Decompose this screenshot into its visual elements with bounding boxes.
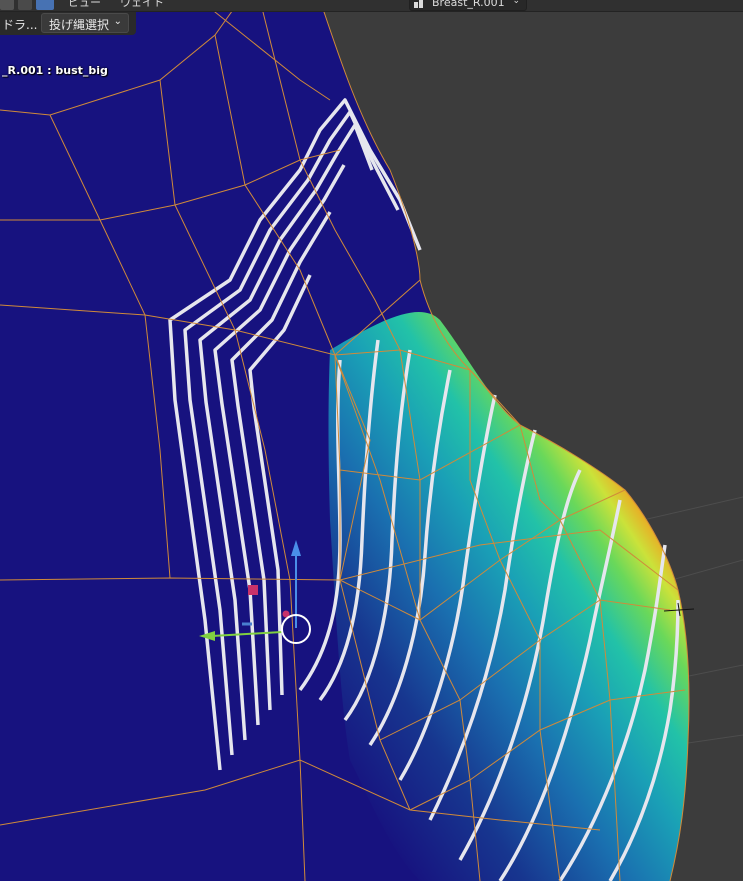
- lasso-select-dropdown[interactable]: 投げ縄選択 ⌄: [41, 13, 129, 33]
- tool-settings-bar: ドラ... 投げ縄選択 ⌄: [0, 12, 136, 35]
- tweak-icon[interactable]: [18, 0, 32, 10]
- select-box-icon[interactable]: [0, 0, 14, 10]
- menu-weight[interactable]: ウェイト: [120, 0, 164, 10]
- object-info-text: _R.001 : bust_big: [2, 64, 108, 77]
- 3d-viewport[interactable]: [0, 0, 743, 881]
- object-data-icon[interactable]: [36, 0, 54, 10]
- drag-label[interactable]: ドラ...: [2, 16, 37, 33]
- chevron-down-icon: ⌄: [512, 0, 520, 6]
- mesh-icon: [414, 0, 423, 8]
- menu-view[interactable]: ビュー: [68, 0, 101, 10]
- weight-gradient-region: [328, 311, 689, 881]
- active-object-name: Breast_R.001: [432, 0, 505, 9]
- weight-paint-mesh[interactable]: [0, 0, 743, 881]
- viewport-header: ビュー ウェイト Breast_R.001 ⌄: [0, 0, 743, 12]
- chevron-down-icon: ⌄: [113, 16, 122, 27]
- gizmo-plane-handle[interactable]: [248, 585, 258, 595]
- active-object-select[interactable]: Breast_R.001 ⌄: [409, 0, 527, 11]
- selection-mode-label: 投げ縄選択: [49, 18, 110, 32]
